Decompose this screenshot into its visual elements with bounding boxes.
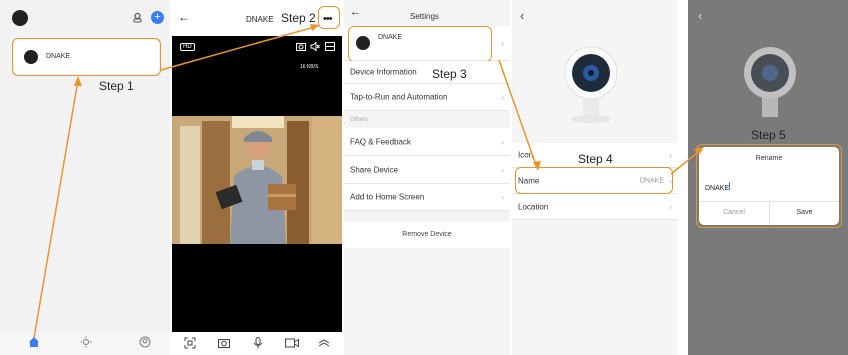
step5-highlight: [696, 144, 842, 228]
snapshot-icon[interactable]: [296, 42, 306, 51]
chevron-right-icon: ›: [669, 150, 672, 160]
step4-highlight: [515, 167, 673, 194]
live-toolbar: [172, 332, 342, 355]
settings-row-label: Share Device: [350, 165, 399, 174]
home-panel: + DNAKE Step 1: [0, 0, 170, 355]
settings-row-label: Tap-to-Run and Automation: [350, 92, 448, 102]
settings-row-label: FAQ & Feedback: [350, 137, 411, 146]
tab-bar: [0, 332, 170, 355]
hd-badge[interactable]: HD: [180, 43, 195, 51]
chevron-right-icon: ›: [501, 136, 504, 147]
detail-back-icon[interactable]: ‹: [520, 8, 524, 23]
settings-row-label: Add to Home Screen: [350, 192, 425, 202]
settings-title: Settings: [410, 12, 439, 21]
step3-label: Step 3: [432, 67, 467, 81]
step3-highlight: [348, 26, 492, 62]
rename-back-icon[interactable]: ‹: [698, 8, 702, 23]
device-detail-panel: ‹ Icon › Step 4 Name DNAKE › Location ›: [512, 0, 678, 355]
step4-label: Step 4: [578, 152, 613, 166]
speed-readout: 16 KB/S: [300, 64, 319, 70]
step2-highlight: [318, 6, 340, 29]
rename-camera-image: [740, 45, 800, 125]
settings-row-automation[interactable]: Tap-to-Run and Automation ›: [344, 84, 510, 111]
detail-location-label: Location: [518, 202, 549, 211]
remove-device-label: Remove Device: [402, 231, 452, 238]
device-camera-image: [561, 45, 621, 125]
video-area[interactable]: HD 16 KB/S: [172, 36, 342, 332]
settings-row-faq[interactable]: FAQ & Feedback ›: [344, 128, 510, 156]
camera-icon[interactable]: [218, 337, 230, 349]
settings-back-icon[interactable]: ←: [350, 6, 361, 18]
rename-panel: ‹ Step 5 Rename DNAKE Cancel Save: [688, 0, 848, 355]
remove-device-button[interactable]: Remove Device: [344, 222, 510, 248]
chevron-right-icon: ›: [501, 192, 504, 202]
settings-row-home-screen[interactable]: Add to Home Screen ›: [344, 184, 510, 211]
tab-profile-icon[interactable]: [139, 336, 151, 348]
live-panel: ← DNAKE Step 2 ••• HD 16 KB/S: [172, 0, 342, 355]
settings-row-label: Device Information: [350, 67, 417, 77]
chevron-right-icon: ›: [501, 92, 504, 102]
others-section-label: Others: [350, 117, 369, 123]
chevron-right-icon: ›: [501, 38, 504, 48]
settings-panel: ← Settings DNAKE › Device Information › …: [344, 0, 510, 355]
tab-home-icon[interactable]: [28, 336, 40, 348]
step2-label: Step 2: [281, 11, 316, 25]
chevron-right-icon: ›: [501, 164, 504, 175]
settings-row-share[interactable]: Share Device ›: [344, 156, 510, 184]
voice-assistant-icon[interactable]: [132, 12, 143, 23]
mute-icon[interactable]: [310, 42, 320, 51]
step5-label: Step 5: [751, 128, 786, 142]
mic-icon[interactable]: [252, 337, 264, 349]
detail-row-location[interactable]: Location ›: [512, 194, 678, 220]
chevron-right-icon: ›: [501, 67, 504, 77]
camera-feed-image: [172, 116, 342, 244]
step1-highlight: [12, 38, 161, 76]
fullscreen-icon[interactable]: [325, 42, 335, 51]
back-arrow-icon[interactable]: ←: [178, 10, 190, 24]
step1-label: Step 1: [99, 79, 134, 93]
live-title: DNAKE: [246, 15, 274, 24]
settings-row-device-info[interactable]: Device Information ›: [344, 61, 510, 84]
tab-smart-icon[interactable]: [80, 336, 92, 348]
expand-icon[interactable]: [318, 337, 330, 349]
record-icon[interactable]: [285, 337, 299, 349]
screenshot-icon[interactable]: [184, 337, 196, 349]
detail-icon-label: Icon: [518, 150, 534, 160]
plus-circle-icon[interactable]: +: [151, 11, 164, 24]
chevron-right-icon: ›: [669, 201, 672, 212]
logo-icon: [12, 10, 28, 26]
